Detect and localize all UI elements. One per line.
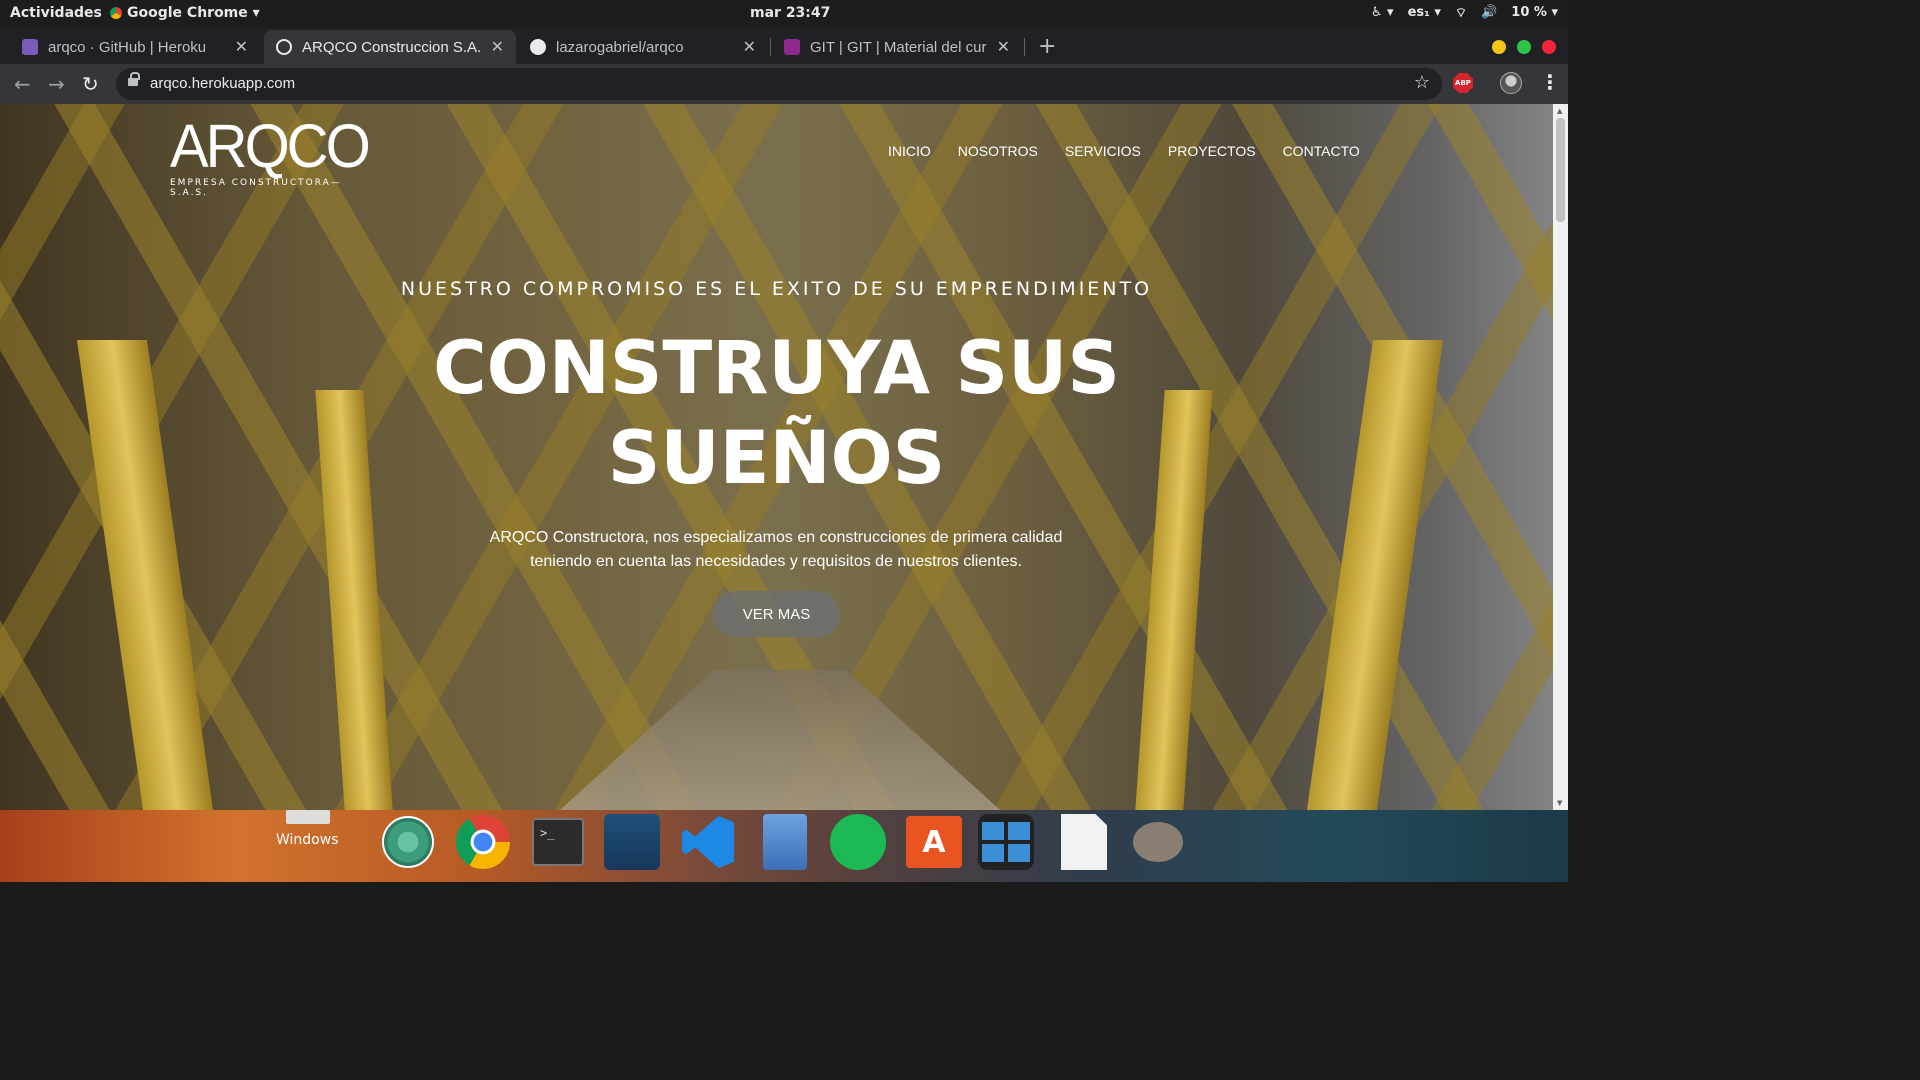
windows-drive-label[interactable]: Windows: [276, 832, 339, 848]
close-icon[interactable]: ✕: [491, 37, 504, 57]
close-icon[interactable]: ✕: [235, 37, 248, 57]
battery-indicator[interactable]: 10 % ▾: [1511, 5, 1558, 21]
tab-title: lazarogabriel/arqco: [556, 38, 684, 56]
hero-subtitle: NUESTRO COMPROMISO ES EL EXITO DE SU EMP…: [400, 278, 1153, 300]
tab-github[interactable]: lazarogabriel/arqco ✕: [518, 30, 768, 64]
logo-mark: ARQCO: [170, 112, 371, 181]
hero-description: ARQCO Constructora, nos especializamos e…: [476, 526, 1076, 574]
dock: Windows >_ A: [0, 810, 1568, 882]
new-tab-button[interactable]: +: [1038, 34, 1056, 59]
tab-heroku[interactable]: arqco · GitHub | Heroku ✕: [10, 30, 260, 64]
vscode-icon[interactable]: [680, 814, 736, 870]
github-icon: [530, 39, 546, 55]
page-scrollbar[interactable]: ▲ ▼: [1553, 104, 1568, 810]
system-tray[interactable]: ♿ ▾ es₁ ▾ ⌔ 🔊 10 % ▾: [1371, 5, 1558, 21]
atom-icon[interactable]: [380, 814, 436, 870]
close-window-button[interactable]: [1542, 40, 1556, 54]
workspaces-icon[interactable]: [978, 814, 1034, 870]
tab-strip: arqco · GitHub | Heroku ✕ ARQCO Construc…: [0, 28, 1568, 64]
scrollbar-thumb[interactable]: [1556, 118, 1565, 222]
hero-title-line2: SUEÑOS: [607, 416, 946, 501]
wifi-icon[interactable]: ⌔: [1455, 5, 1467, 21]
mysql-workbench-icon[interactable]: [604, 814, 660, 870]
profile-avatar[interactable]: [1500, 72, 1522, 94]
globe-icon: [276, 39, 292, 55]
adblock-plus-icon[interactable]: ABP: [1453, 73, 1473, 93]
logo-tagline: EMPRESA CONSTRUCTORA—S.A.S.: [170, 178, 342, 198]
bridge-floor-image: [560, 670, 1000, 810]
gimp-icon[interactable]: [1130, 814, 1186, 870]
nav-contacto[interactable]: CONTACTO: [1283, 143, 1360, 159]
close-icon[interactable]: ✕: [997, 37, 1010, 57]
tab-separator: [770, 38, 771, 56]
scroll-down-arrow-icon[interactable]: ▼: [1557, 799, 1562, 807]
text-editor-icon[interactable]: [1056, 814, 1112, 870]
drive-icon[interactable]: [286, 810, 330, 824]
course-icon: [784, 39, 800, 55]
nav-proyectos[interactable]: PROYECTOS: [1168, 143, 1256, 159]
chrome-icon[interactable]: [455, 814, 511, 870]
hero-title-line1: CONSTRUYA SUS: [433, 326, 1120, 411]
site-logo[interactable]: ARQCO EMPRESA CONSTRUCTORA—S.A.S.: [170, 112, 371, 198]
url-text[interactable]: arqco.herokuapp.com: [150, 75, 295, 92]
chrome-small-icon: [110, 7, 122, 19]
heroku-icon: [22, 39, 38, 55]
tab-git-material[interactable]: GIT | GIT | Material del cur ✕: [772, 30, 1022, 64]
file-cabinet-icon[interactable]: [757, 814, 813, 870]
maximize-button[interactable]: [1517, 40, 1531, 54]
back-arrow-icon[interactable]: ←: [14, 72, 31, 96]
lock-icon[interactable]: [128, 72, 140, 88]
volume-icon[interactable]: 🔊: [1481, 5, 1497, 21]
terminal-icon[interactable]: >_: [530, 814, 586, 870]
reload-icon[interactable]: ↻: [82, 72, 99, 96]
main-nav: INICIO NOSOTROS SERVICIOS PROYECTOS CONT…: [888, 143, 1360, 159]
minimize-button[interactable]: [1492, 40, 1506, 54]
nav-nosotros[interactable]: NOSOTROS: [958, 143, 1038, 159]
system-top-bar: Actividades Google Chrome ▾ mar 23:47 ♿ …: [0, 0, 1568, 28]
activities-button[interactable]: Actividades: [10, 5, 102, 21]
tab-arqco[interactable]: ARQCO Construccion S.A. ✕: [264, 30, 516, 64]
nav-inicio[interactable]: INICIO: [888, 143, 931, 159]
tab-title: ARQCO Construccion S.A.: [302, 38, 482, 56]
address-bar[interactable]: arqco.herokuapp.com ☆: [116, 68, 1442, 100]
ver-mas-button[interactable]: VER MAS: [713, 591, 840, 637]
close-icon[interactable]: ✕: [743, 37, 756, 57]
app-menu[interactable]: Google Chrome ▾: [110, 5, 260, 21]
app-store-icon[interactable]: A: [906, 814, 962, 870]
spotify-icon[interactable]: [830, 814, 886, 870]
web-page: ARQCO EMPRESA CONSTRUCTORA—S.A.S. INICIO…: [0, 104, 1553, 810]
browser-toolbar: ← → ↻ arqco.herokuapp.com ☆: [0, 64, 1568, 104]
clock[interactable]: mar 23:47: [750, 5, 830, 21]
tab-title: GIT | GIT | Material del cur: [810, 38, 987, 56]
bookmark-star-icon[interactable]: ☆: [1414, 72, 1430, 93]
accessibility-icon[interactable]: ♿ ▾: [1371, 5, 1394, 21]
hero-description-line2: teniendo en cuenta las necesidades y req…: [530, 553, 1022, 570]
language-indicator[interactable]: es₁ ▾: [1408, 5, 1441, 21]
app-menu-label: Google Chrome ▾: [127, 5, 260, 21]
forward-arrow-icon[interactable]: →: [48, 72, 65, 96]
hero-description-line1: ARQCO Constructora, nos especializamos e…: [489, 529, 1063, 546]
hero-title: CONSTRUYA SUS SUEÑOS: [0, 324, 1553, 504]
tab-title: arqco · GitHub | Heroku: [48, 38, 207, 56]
tab-separator: [1024, 38, 1025, 56]
scroll-up-arrow-icon[interactable]: ▲: [1557, 107, 1562, 115]
kebab-menu-icon[interactable]: ⋮: [1540, 70, 1560, 94]
nav-servicios[interactable]: SERVICIOS: [1065, 143, 1141, 159]
